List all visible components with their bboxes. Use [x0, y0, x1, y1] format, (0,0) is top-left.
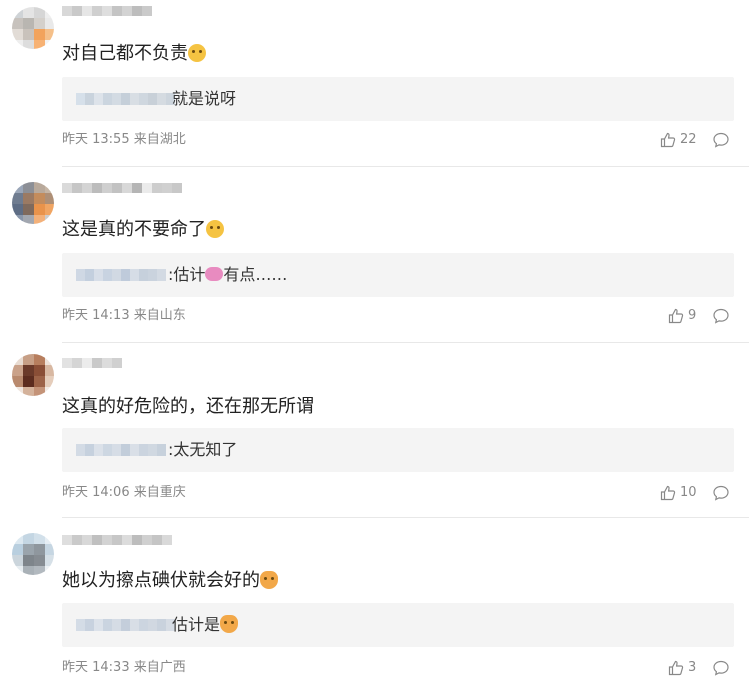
comment-bubble-icon[interactable]	[712, 484, 730, 502]
like-count: 3	[688, 660, 697, 675]
comment-bubble-icon[interactable]	[712, 307, 730, 325]
comment-bubble-icon[interactable]	[712, 131, 730, 149]
like-count: 22	[680, 132, 697, 147]
comment-text: 对自己都不负责	[62, 42, 206, 66]
reply-text: :太无知了	[168, 440, 238, 459]
smirk-emoji-icon	[188, 44, 206, 62]
reply-username-blurred[interactable]	[76, 444, 166, 456]
thumbs-up-icon	[668, 308, 684, 324]
comment-text: 她以为擦点碘伏就会好的	[62, 569, 278, 593]
username-blurred[interactable]	[62, 6, 152, 26]
like-count: 9	[688, 308, 697, 323]
username-blurred[interactable]	[62, 183, 182, 203]
comment-item: 这是真的不要命了 :估计 有点…… 昨天 14:13 来自山东 9	[0, 175, 749, 343]
avatar[interactable]	[12, 7, 54, 49]
reply-username-blurred[interactable]	[76, 269, 166, 281]
thumbs-up-icon	[660, 132, 676, 148]
reply-box[interactable]: :估计 有点……	[62, 253, 734, 297]
like-button[interactable]: 10	[660, 484, 697, 502]
reply-text: 估计是	[172, 613, 239, 637]
comment-bubble-icon[interactable]	[712, 659, 730, 677]
avatar[interactable]	[12, 533, 54, 575]
reply-username-blurred[interactable]	[76, 619, 175, 631]
like-button[interactable]: 22	[660, 131, 697, 149]
like-button[interactable]: 9	[668, 307, 696, 325]
cat-emoji-icon	[220, 615, 239, 633]
cat-emoji-icon	[260, 571, 278, 589]
comment-text: 这真的好危险的，还在那无所谓	[62, 396, 314, 417]
username-blurred[interactable]	[62, 358, 122, 378]
thumbs-up-icon	[668, 660, 684, 676]
reply-username-blurred[interactable]	[76, 93, 175, 105]
reply-box[interactable]: :太无知了	[62, 428, 734, 472]
username-blurred[interactable]	[62, 535, 172, 555]
divider	[62, 342, 749, 343]
comment-item: 这真的好危险的，还在那无所谓 :太无知了 昨天 14:06 来自重庆 10	[0, 350, 749, 518]
comment-text: 这是真的不要命了	[62, 218, 224, 242]
comment-meta: 昨天 14:13 来自山东	[62, 308, 186, 323]
comment-meta: 昨天 13:55 来自湖北	[62, 132, 186, 147]
reply-text: :估计 有点……	[168, 265, 288, 284]
comment-meta: 昨天 14:06 来自重庆	[62, 485, 186, 500]
comment-item: 她以为擦点碘伏就会好的 估计是 昨天 14:33 来自广西 3	[0, 525, 749, 695]
like-count: 10	[680, 485, 697, 500]
reply-box[interactable]: 就是说呀	[62, 77, 734, 121]
like-button[interactable]: 3	[668, 659, 696, 677]
thumbs-up-icon	[660, 485, 676, 501]
comment-meta: 昨天 14:33 来自广西	[62, 660, 186, 675]
avatar[interactable]	[12, 182, 54, 224]
avatar[interactable]	[12, 354, 54, 396]
reply-text: 就是说呀	[172, 89, 237, 108]
reply-box[interactable]: 估计是	[62, 603, 734, 647]
laugh-cry-emoji-icon	[206, 220, 224, 238]
brain-emoji-icon	[205, 267, 224, 281]
comment-item: 对自己都不负责 就是说呀 昨天 13:55 来自湖北 22	[0, 0, 749, 167]
divider	[62, 166, 749, 167]
divider	[62, 517, 749, 518]
